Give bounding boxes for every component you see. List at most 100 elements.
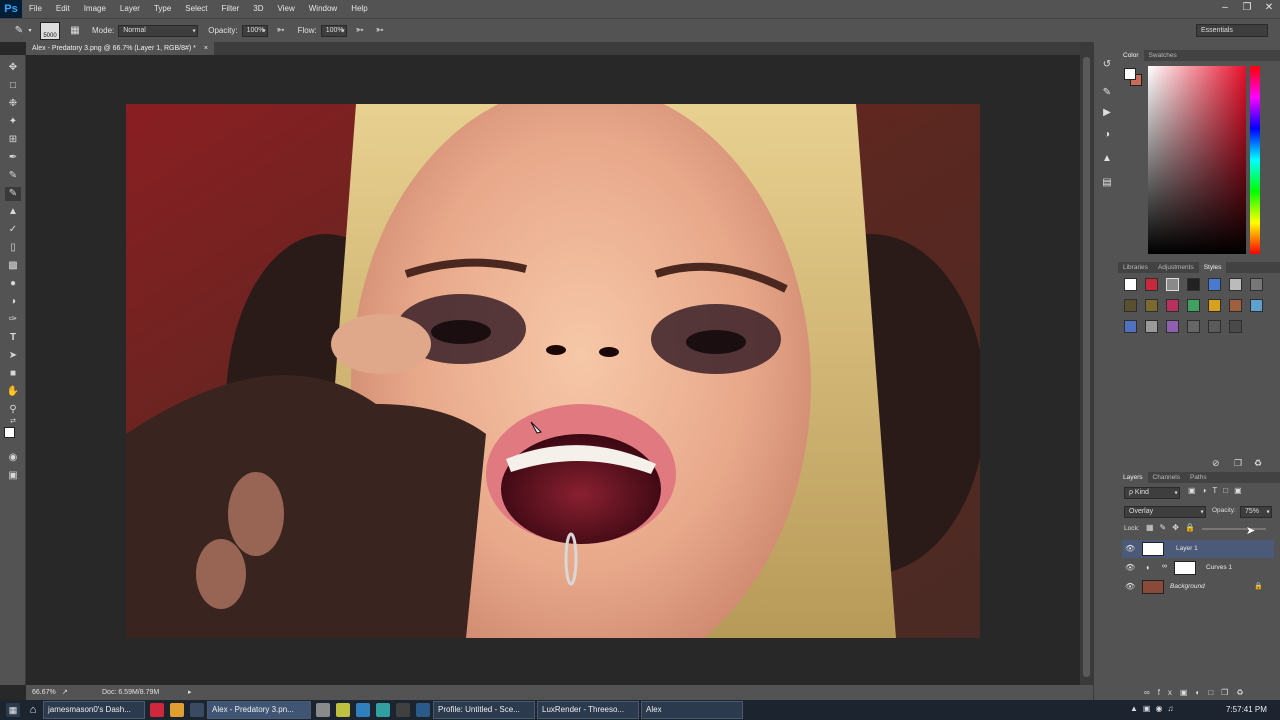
opacity-slider[interactable] xyxy=(1202,528,1266,530)
tool-preset-dropdown-icon[interactable]: ▾ xyxy=(26,24,34,38)
style-swatch[interactable] xyxy=(1187,278,1200,291)
screen-mode-icon[interactable]: ▣ xyxy=(5,469,21,483)
document-tab-close-icon[interactable]: × xyxy=(204,45,208,52)
tab-layers[interactable]: Layers xyxy=(1118,472,1148,483)
menu-help[interactable]: Help xyxy=(344,0,374,18)
lock-icons[interactable]: ▦✎✥🔒 xyxy=(1146,523,1201,532)
menu-type[interactable]: Type xyxy=(147,0,178,18)
taskbar-item[interactable]: jamesmason0's Dash... xyxy=(43,701,145,719)
blur-tool-icon[interactable]: ● xyxy=(5,277,21,291)
foreground-color-swatch[interactable] xyxy=(4,427,15,438)
style-swatch[interactable] xyxy=(1208,299,1221,312)
style-swatch[interactable] xyxy=(1250,299,1263,312)
taskbar-item[interactable]: LuxRender - Threeso... xyxy=(537,701,639,719)
style-swatch[interactable] xyxy=(1145,320,1158,333)
canvas-vertical-scrollbar[interactable] xyxy=(1080,42,1093,685)
new-style-icon[interactable]: ❐ xyxy=(1234,458,1242,469)
color-panel-fg-swatch[interactable] xyxy=(1124,68,1136,80)
tab-adjustments[interactable]: Adjustments xyxy=(1153,262,1199,273)
blend-mode-select[interactable]: Overlay xyxy=(1124,506,1206,518)
app-icon[interactable] xyxy=(316,703,330,717)
restore-icon[interactable]: ❐ xyxy=(1236,0,1258,18)
path-select-tool-icon[interactable]: ➤ xyxy=(5,349,21,363)
layer-filter-icons[interactable]: ▣◑T□▣ xyxy=(1188,486,1248,495)
tab-libraries[interactable]: Libraries xyxy=(1118,262,1153,273)
properties-icon[interactable]: ▤ xyxy=(1100,176,1114,190)
brush-panel-icon[interactable]: ▦ xyxy=(68,24,82,38)
marquee-tool-icon[interactable]: □ xyxy=(5,79,21,93)
shape-tool-icon[interactable]: ■ xyxy=(5,367,21,381)
tab-styles[interactable]: Styles xyxy=(1198,262,1227,273)
eyedropper-tool-icon[interactable]: ✒ xyxy=(5,151,21,165)
clone-source-icon[interactable]: ▲ xyxy=(1100,152,1114,166)
app-icon[interactable] xyxy=(170,703,184,717)
app-icon[interactable] xyxy=(356,703,370,717)
clock[interactable]: 7:57:41 PM xyxy=(1226,705,1267,714)
style-swatch[interactable] xyxy=(1166,278,1179,291)
app-icon[interactable] xyxy=(416,703,430,717)
layer-name[interactable]: Curves 1 xyxy=(1206,564,1232,571)
style-swatch[interactable] xyxy=(1229,278,1242,291)
tab-paths[interactable]: Paths xyxy=(1185,472,1212,483)
hand-tool-icon[interactable]: ✋ xyxy=(5,385,21,399)
style-swatch[interactable] xyxy=(1124,278,1137,291)
style-swatch[interactable] xyxy=(1166,320,1179,333)
style-swatch[interactable] xyxy=(1187,299,1200,312)
app-icon[interactable] xyxy=(150,703,164,717)
minimize-icon[interactable]: – xyxy=(1214,0,1236,18)
delete-style-icon[interactable]: ♻ xyxy=(1254,458,1262,469)
menu-3d[interactable]: 3D xyxy=(246,0,270,18)
brush-settings-icon[interactable]: ✎ xyxy=(1100,86,1114,100)
brush-tool-icon[interactable]: ✎ xyxy=(5,187,21,201)
move-tool-icon[interactable]: ✥ xyxy=(5,61,21,75)
hue-slider[interactable] xyxy=(1250,66,1260,254)
style-swatch[interactable] xyxy=(1166,299,1179,312)
style-swatch[interactable] xyxy=(1250,278,1263,291)
flow-input[interactable]: 100% xyxy=(320,24,347,37)
style-swatch[interactable] xyxy=(1145,299,1158,312)
brush-tool-icon[interactable]: ✎ xyxy=(12,24,26,38)
quick-select-tool-icon[interactable]: ✦ xyxy=(5,115,21,129)
menu-window[interactable]: Window xyxy=(302,0,344,18)
taskbar-item[interactable]: Profile: Untitled - Sce... xyxy=(433,701,535,719)
opacity-input[interactable]: 100% xyxy=(241,24,268,37)
layer-row[interactable]: 👁 Background 🔒 xyxy=(1122,578,1274,596)
pen-tool-icon[interactable]: ✑ xyxy=(5,313,21,327)
menu-select[interactable]: Select xyxy=(178,0,214,18)
brush-presets-icon[interactable]: ◑ xyxy=(1100,128,1114,142)
system-tray-icons[interactable]: ▲▣◉♫ xyxy=(1130,704,1178,713)
app-icon[interactable] xyxy=(336,703,350,717)
style-swatch[interactable] xyxy=(1124,299,1137,312)
layer-name[interactable]: Layer 1 xyxy=(1176,545,1198,552)
type-tool-icon[interactable]: T xyxy=(5,331,21,345)
layer-row[interactable]: 👁 ◐ ∞ Curves 1 xyxy=(1122,559,1274,577)
app-icon[interactable] xyxy=(190,703,204,717)
menu-view[interactable]: View xyxy=(271,0,302,18)
style-swatch[interactable] xyxy=(1208,278,1221,291)
mode-select[interactable]: Normal xyxy=(118,24,199,37)
style-swatch[interactable] xyxy=(1229,299,1242,312)
tab-color[interactable]: Color xyxy=(1118,50,1144,61)
color-field[interactable] xyxy=(1148,66,1246,254)
gradient-tool-icon[interactable]: ▩ xyxy=(5,259,21,273)
dodge-tool-icon[interactable]: ◑ xyxy=(5,295,21,309)
visibility-eye-icon[interactable]: 👁 xyxy=(1125,544,1135,553)
style-swatch[interactable] xyxy=(1229,320,1242,333)
style-swatch[interactable] xyxy=(1187,320,1200,333)
close-icon[interactable]: ✕ xyxy=(1258,0,1280,18)
pressure-opacity-icon[interactable]: ➳ xyxy=(274,24,288,38)
style-swatch[interactable] xyxy=(1208,320,1221,333)
layer-opacity-input[interactable]: 75% xyxy=(1240,506,1272,518)
menu-layer[interactable]: Layer xyxy=(113,0,147,18)
home-icon[interactable]: ⌂ xyxy=(26,703,40,717)
quick-mask-icon[interactable]: ◉ xyxy=(5,451,21,465)
layer-name[interactable]: Background xyxy=(1170,583,1205,590)
crop-tool-icon[interactable]: ⊞ xyxy=(5,133,21,147)
layer-row[interactable]: 👁 Layer 1 xyxy=(1122,540,1274,558)
menu-file[interactable]: File xyxy=(22,0,49,18)
layers-footer-icons[interactable]: ∞fx▣◐□❐♻ xyxy=(1144,688,1252,697)
zoom-export-icon[interactable]: ↗ xyxy=(62,685,68,700)
actions-icon[interactable]: ▶ xyxy=(1100,106,1114,120)
app-icon[interactable] xyxy=(376,703,390,717)
visibility-eye-icon[interactable]: 👁 xyxy=(1125,582,1135,591)
